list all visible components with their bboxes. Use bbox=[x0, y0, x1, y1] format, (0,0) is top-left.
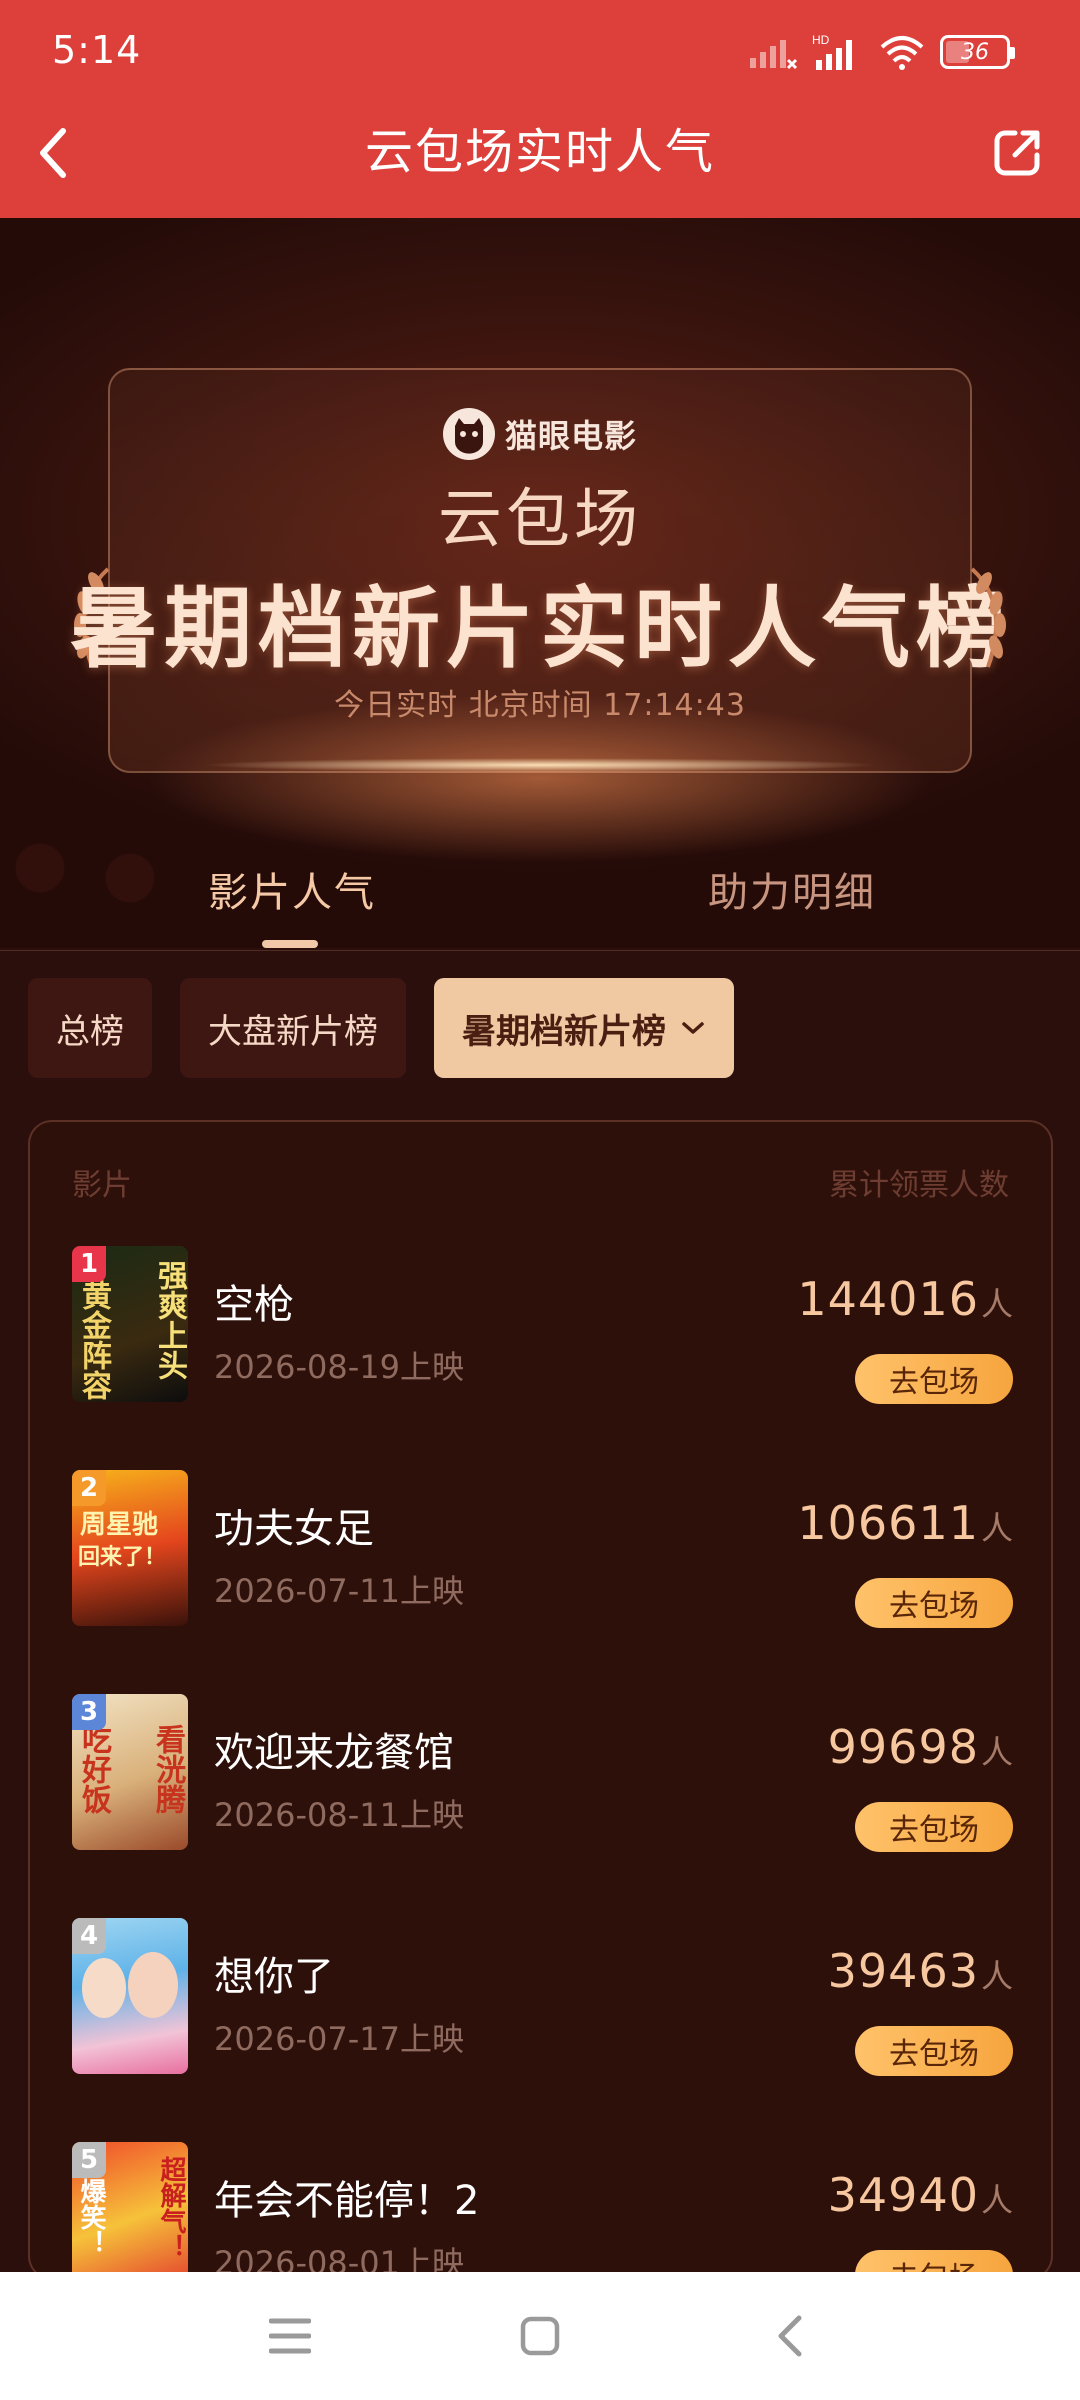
share-icon bbox=[994, 130, 1040, 176]
svg-text:HD: HD bbox=[812, 33, 830, 47]
wifi-icon bbox=[880, 36, 924, 70]
share-button[interactable] bbox=[982, 118, 1052, 188]
movie-poster[interactable]: 爆笑！ 超解气！ 5 bbox=[72, 2142, 188, 2278]
movie-row[interactable]: 黄金阵容 强爽上头 1 空枪 2026-08-19上映 144016 人 去包场 bbox=[72, 1246, 1013, 1406]
brand-name: 猫眼电影 bbox=[504, 417, 637, 455]
banner-title: 暑期档新片实时人气榜 bbox=[69, 577, 1010, 680]
ticket-count-value: 34940 bbox=[827, 2168, 979, 2222]
chip-label: 暑期档新片榜 bbox=[462, 1011, 666, 1052]
movie-release-date: 2026-07-11上映 bbox=[214, 1572, 464, 1610]
poster-text: 黄金阵容 bbox=[76, 1280, 111, 1400]
book-screening-button[interactable]: 去包场 bbox=[855, 1354, 1013, 1404]
poster-text: 看洸腾 bbox=[150, 1724, 185, 1814]
laurel-right-icon bbox=[970, 567, 1006, 668]
ticket-count: 106611 人 bbox=[797, 1496, 1013, 1550]
movie-row[interactable]: 周星驰 回来了！ 2 功夫女足 2026-07-11上映 106611 人 去包… bbox=[72, 1470, 1013, 1630]
movie-row[interactable]: 爆笑！ 超解气！ 5 年会不能停！2 2026-08-01上映 34940 人 … bbox=[72, 2142, 1013, 2278]
maoyan-cat-icon bbox=[442, 408, 495, 460]
book-screening-button[interactable]: 去包场 bbox=[855, 2026, 1013, 2076]
rank-badge: 2 bbox=[72, 1470, 106, 1506]
rank-badge: 3 bbox=[72, 1694, 106, 1730]
status-time: 5:14 bbox=[52, 28, 142, 72]
tabs-divider bbox=[0, 950, 1080, 951]
nav-home-button[interactable] bbox=[510, 2306, 570, 2366]
tab-movie-popularity[interactable]: 影片人气 bbox=[208, 860, 376, 918]
chip-summer-new-releases[interactable]: 暑期档新片榜 bbox=[434, 978, 734, 1078]
status-icons: HD 36 bbox=[748, 32, 1015, 72]
back-arrow-icon bbox=[778, 2315, 802, 2357]
chip-new-releases[interactable]: 大盘新片榜 bbox=[180, 978, 406, 1078]
poster-text: 强爽上头 bbox=[152, 1260, 187, 1380]
chip-overall[interactable]: 总榜 bbox=[28, 978, 152, 1078]
ticket-count-unit: 人 bbox=[980, 1733, 1013, 1771]
ticket-count-unit: 人 bbox=[980, 2181, 1013, 2219]
poster-text: 超解气！ bbox=[156, 2156, 186, 2260]
poster-text: 回来了！ bbox=[78, 1545, 167, 1570]
tab-support-details[interactable]: 助力明细 bbox=[708, 860, 876, 918]
banner-glow bbox=[200, 758, 880, 772]
ticket-count: 144016 人 bbox=[797, 1272, 1013, 1326]
book-screening-button[interactable]: 去包场 bbox=[855, 1578, 1013, 1628]
poster-text: 吃好饭 bbox=[76, 1724, 111, 1814]
nav-menu-button[interactable] bbox=[260, 2306, 320, 2366]
ticket-count-value: 106611 bbox=[797, 1496, 979, 1550]
banner-realtime: 今日实时 北京时间 17:14:43 bbox=[334, 688, 746, 723]
ticket-count-unit: 人 bbox=[980, 1285, 1013, 1323]
main-tabs: 影片人气 助力明细 bbox=[0, 820, 1080, 950]
list-header: 影片 累计领票人数 bbox=[72, 1160, 1009, 1204]
movie-title: 年会不能停！2 bbox=[214, 2178, 480, 2224]
movie-poster[interactable]: 4 bbox=[72, 1918, 188, 2074]
poster-text: 周星驰 bbox=[80, 1510, 159, 1540]
col-film-label: 影片 bbox=[72, 1168, 132, 1203]
app-header: 5:14 HD 36 云包场实时人气 bbox=[0, 0, 1080, 218]
chip-label: 大盘新片榜 bbox=[208, 1011, 378, 1052]
menu-icon bbox=[269, 2318, 311, 2354]
filter-chips: 总榜 大盘新片榜 暑期档新片榜 bbox=[28, 978, 734, 1078]
page-title: 云包场实时人气 bbox=[364, 124, 715, 180]
movie-release-date: 2026-08-19上映 bbox=[214, 1348, 464, 1386]
movie-row[interactable]: 4 想你了 2026-07-17上映 39463 人 去包场 bbox=[72, 1918, 1013, 2078]
tab-indicator bbox=[262, 940, 318, 948]
chip-label: 总榜 bbox=[56, 1011, 124, 1052]
signal-hd-icon: HD bbox=[812, 33, 852, 70]
book-screening-button[interactable]: 去包场 bbox=[855, 1802, 1013, 1852]
movie-release-date: 2026-07-17上映 bbox=[214, 2020, 464, 2058]
battery-level: 36 bbox=[961, 39, 989, 65]
movie-poster[interactable]: 黄金阵容 强爽上头 1 bbox=[72, 1246, 188, 1402]
ticket-count-value: 39463 bbox=[827, 1944, 979, 1998]
nav-back-button[interactable] bbox=[760, 2306, 820, 2366]
ticket-count: 99698 人 bbox=[828, 1720, 1013, 1774]
rank-badge: 5 bbox=[72, 2142, 106, 2178]
movie-release-date: 2026-08-11上映 bbox=[214, 1796, 464, 1834]
ranking-list: 影片 累计领票人数 黄金阵容 强爽上头 1 空枪 2026-08-19上映 14… bbox=[28, 1120, 1053, 2280]
banner-subtitle: 云包场 bbox=[438, 483, 642, 557]
ticket-count-value: 144016 bbox=[797, 1272, 979, 1326]
movie-title: 想你了 bbox=[214, 1954, 334, 2000]
ticket-count-value: 99698 bbox=[827, 1720, 979, 1774]
battery-icon: 36 bbox=[940, 35, 1015, 69]
chevron-down-icon bbox=[682, 1022, 704, 1034]
movie-title: 欢迎来龙餐馆 bbox=[214, 1730, 454, 1776]
movie-title: 功夫女足 bbox=[214, 1506, 374, 1552]
ticket-count-unit: 人 bbox=[980, 1957, 1013, 1995]
system-nav-bar bbox=[0, 2272, 1080, 2400]
ticket-count: 34940 人 bbox=[828, 2168, 1013, 2222]
movie-poster[interactable]: 周星驰 回来了！ 2 bbox=[72, 1470, 188, 1626]
signal-weak-icon bbox=[750, 40, 798, 70]
home-square-icon bbox=[520, 2316, 560, 2356]
col-count-label: 累计领票人数 bbox=[829, 1168, 1009, 1203]
rank-badge: 4 bbox=[72, 1918, 106, 1954]
movie-title: 空枪 bbox=[214, 1282, 294, 1328]
movie-poster[interactable]: 吃好饭 看洸腾 3 bbox=[72, 1694, 188, 1850]
brand-row: 猫眼电影 bbox=[0, 408, 1080, 460]
poster-text: 爆笑！ bbox=[76, 2178, 106, 2256]
ticket-count: 39463 人 bbox=[828, 1944, 1013, 1998]
ticket-count-unit: 人 bbox=[980, 1509, 1013, 1547]
rank-badge: 1 bbox=[72, 1246, 106, 1282]
movie-row[interactable]: 吃好饭 看洸腾 3 欢迎来龙餐馆 2026-08-11上映 99698 人 去包… bbox=[72, 1694, 1013, 1854]
